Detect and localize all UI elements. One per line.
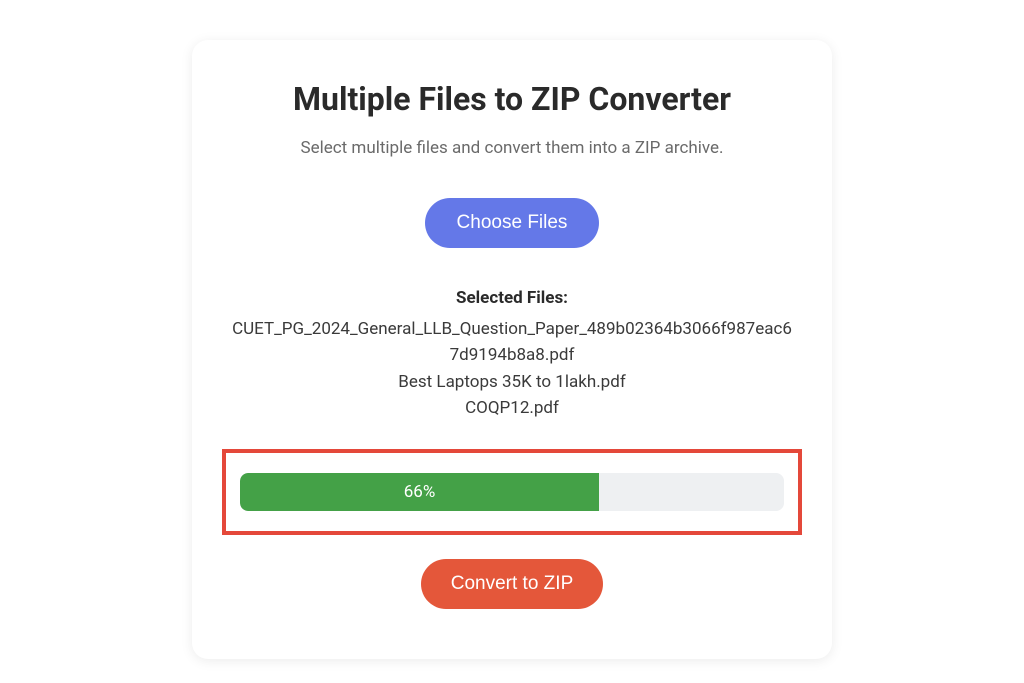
file-list: CUET_PG_2024_General_LLB_Question_Paper_… xyxy=(222,316,802,421)
file-item: Best Laptops 35K to 1lakh.pdf xyxy=(232,369,792,395)
converter-card: Multiple Files to ZIP Converter Select m… xyxy=(192,40,832,659)
selected-files-heading: Selected Files: xyxy=(222,288,802,308)
choose-files-button[interactable]: Choose Files xyxy=(425,198,600,248)
file-item: CUET_PG_2024_General_LLB_Question_Paper_… xyxy=(232,316,792,369)
page-subtitle: Select multiple files and convert them i… xyxy=(222,138,802,158)
page-title: Multiple Files to ZIP Converter xyxy=(222,80,802,118)
file-item: COQP12.pdf xyxy=(232,395,792,421)
convert-to-zip-button[interactable]: Convert to ZIP xyxy=(421,559,604,609)
progress-bar: 66% xyxy=(240,473,784,511)
progress-fill: 66% xyxy=(240,473,599,511)
progress-highlight-box: 66% xyxy=(222,449,802,535)
